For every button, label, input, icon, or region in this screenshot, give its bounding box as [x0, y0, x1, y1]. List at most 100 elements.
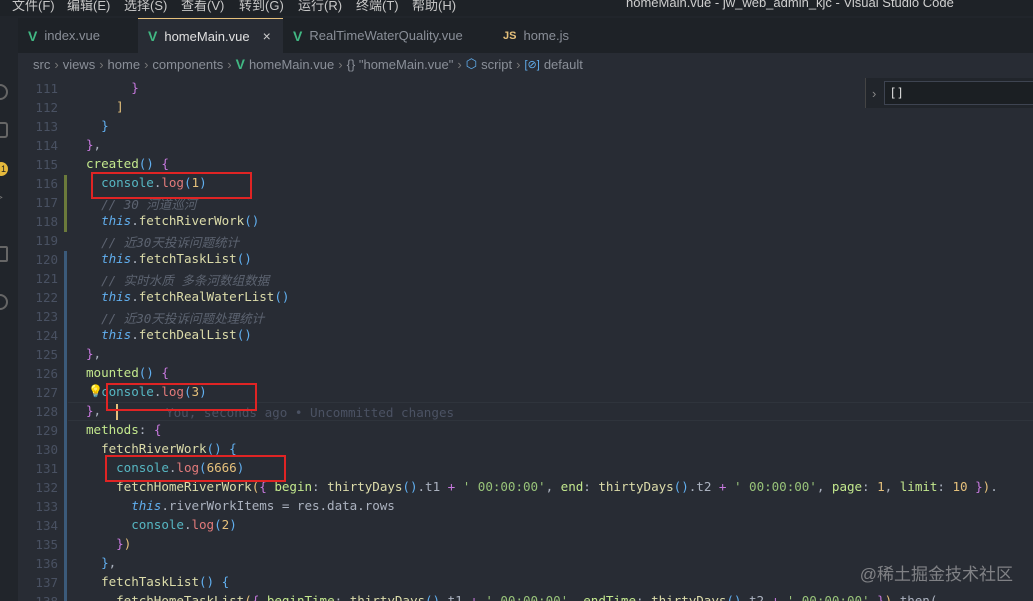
code-token: // 近30天投诉问题统计: [86, 235, 240, 250]
code-token: {: [153, 156, 169, 171]
breadcrumb-item[interactable]: src: [33, 57, 50, 72]
code-token: ' 00:00:00': [477, 593, 569, 601]
editor-tabs: Vindex.vue VhomeMain.vue × V RealTimeWaterQu…: [18, 18, 1033, 53]
line-number: 130: [35, 442, 58, 457]
tab-homemain-vue[interactable]: VhomeMain.vue ×: [138, 18, 283, 53]
git-change-marker: [64, 517, 67, 536]
menu-item[interactable]: 查看(V): [181, 0, 224, 14]
find-input[interactable]: []: [884, 81, 1033, 105]
menu-item[interactable]: 文件(F): [12, 0, 55, 14]
chevron-right-icon[interactable]: ›: [872, 86, 876, 101]
code-token: console: [131, 517, 184, 532]
source-control-icon[interactable]: [0, 122, 8, 138]
code-token: {: [153, 422, 162, 437]
code-token: thirtyDays: [598, 479, 674, 494]
line-number: 125: [35, 347, 58, 362]
close-icon[interactable]: ×: [263, 28, 271, 44]
code-token: }: [101, 555, 109, 570]
code-editor[interactable]: data: [2, 3, 0, 1, 0, 10] 111 } 112 ] 113 }…: [18, 75, 1033, 601]
tab-index-vue[interactable]: Vindex.vue: [18, 18, 138, 53]
chevron-right-icon: ›: [144, 56, 149, 72]
code-token: }: [869, 593, 885, 601]
code-token: .then(: [892, 593, 938, 601]
remote-icon[interactable]: [0, 294, 8, 310]
git-change-marker: [64, 327, 67, 346]
git-change-marker: [64, 536, 67, 555]
chevron-right-icon: ›: [338, 56, 343, 72]
code-token: }: [116, 536, 124, 551]
breadcrumb-item[interactable]: homeMain.vue: [249, 57, 334, 72]
lightbulb-icon[interactable]: 💡: [88, 384, 103, 398]
line-number: 112: [35, 100, 58, 115]
code-token: fetchRealWaterList: [138, 289, 275, 304]
breadcrumb-item[interactable]: default: [544, 57, 583, 72]
code-token: fetchDealList: [138, 327, 237, 342]
code-line: data: [2, 3, 0, 1, 0, 10]: [86, 75, 334, 76]
code-line: this.fetchTaskList(): [86, 251, 252, 266]
code-token: mounted: [86, 365, 139, 380]
tab-realtimewaterquality-vue[interactable]: V RealTimeWaterQuality.vue: [283, 18, 493, 53]
code-token: log: [191, 517, 215, 532]
highlight-box-console-log-6666: [105, 455, 286, 482]
code-token: }: [86, 403, 94, 418]
breadcrumb-item[interactable]: {} "homeMain.vue": [347, 57, 454, 72]
menu-item[interactable]: 转到(G): [239, 0, 284, 14]
code-token: ,: [93, 403, 102, 418]
code-token: ,: [545, 479, 561, 494]
code-token: (): [673, 479, 689, 494]
breadcrumb-item[interactable]: home: [108, 57, 141, 72]
code-token: :: [312, 479, 328, 494]
code-token: ' 00:00:00': [726, 479, 817, 494]
code-token: }: [967, 479, 983, 494]
code-token: ,: [93, 137, 102, 152]
code-token: (): [236, 327, 252, 342]
code-token: .t2: [741, 593, 772, 601]
code-token: data: [2, 3, 0, 1, 0, 10]: [86, 75, 334, 76]
vue-icon: V: [235, 56, 245, 72]
code-line: this.riverWorkItems = res.data.rows: [86, 498, 395, 513]
code-token: (): [199, 574, 215, 589]
code-line: }: [86, 80, 139, 95]
menu-item[interactable]: 帮助(H): [412, 0, 456, 14]
breadcrumb: src › views › home › components › VhomeMain.vue ›…: [18, 53, 1033, 75]
tab-home-js[interactable]: JS home.js: [493, 18, 593, 53]
run-debug-icon[interactable]: ▷: [0, 188, 8, 204]
menu-item[interactable]: 选择(S): [124, 0, 167, 14]
code-token: fetchTaskList: [101, 574, 199, 589]
code-token: fetchRiverWork: [138, 213, 245, 228]
code-token: ,: [93, 346, 102, 361]
breadcrumb-item[interactable]: script: [481, 57, 512, 72]
line-number: 128: [35, 404, 58, 419]
vue-icon: V: [28, 27, 38, 44]
line-number: 134: [35, 518, 58, 533]
chevron-right-icon: ›: [516, 56, 521, 72]
extensions-icon[interactable]: [0, 246, 8, 262]
git-change-marker: [64, 213, 67, 232]
git-change-marker: [64, 574, 67, 593]
code-token: beginTime: [259, 593, 335, 601]
code-token: ,: [568, 593, 584, 601]
git-change-marker: [64, 346, 67, 365]
code-line: fetchRiverWork() {: [86, 441, 237, 456]
search-icon[interactable]: [0, 84, 8, 100]
breadcrumb-item[interactable]: components: [152, 57, 223, 72]
chevron-right-icon: ›: [457, 56, 462, 72]
menu-item[interactable]: 终端(T): [356, 0, 399, 14]
line-number: 115: [35, 157, 58, 172]
tab-label: homeMain.vue: [164, 28, 250, 44]
code-token: ' 00:00:00': [779, 593, 870, 601]
window-title: homeMain.vue - jw_web_admin_kjc - Visual…: [626, 0, 954, 10]
menu-item[interactable]: 运行(R): [298, 0, 342, 14]
line-number: 138: [18, 594, 58, 601]
code-line: created() {: [86, 156, 169, 171]
menu-item[interactable]: 编辑(E): [67, 0, 110, 14]
git-change-marker: [64, 403, 67, 422]
line-number: 124: [35, 328, 58, 343]
code-token: .: [131, 327, 139, 342]
breadcrumb-item[interactable]: views: [63, 57, 96, 72]
